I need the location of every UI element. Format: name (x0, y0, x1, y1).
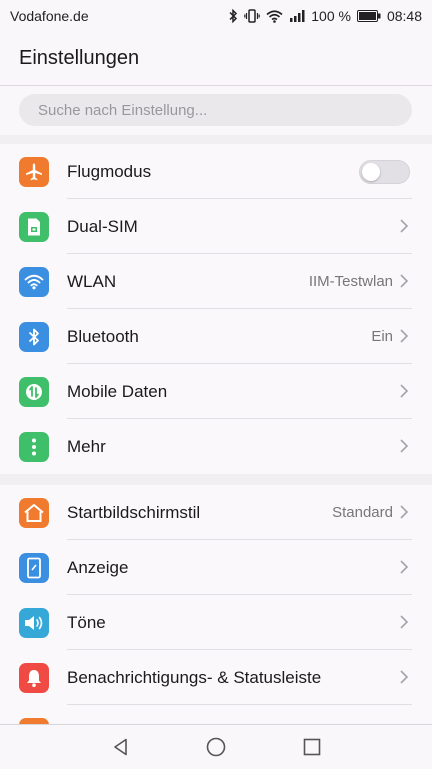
settings-item-label: Anzeige (67, 557, 129, 577)
bluetooth-status-value: Ein (371, 328, 393, 345)
search-placeholder: Suche nach Einstellung... (38, 101, 208, 119)
status-bar: Vodafone.de 100 % 08:48 (0, 0, 432, 32)
settings-item-label: Dual-SIM (67, 216, 138, 236)
status-icons: 100 % 08:48 (228, 8, 422, 24)
home-icon (19, 498, 49, 528)
carrier-name: Vodafone.de (10, 8, 89, 24)
settings-item-partial[interactable] (0, 705, 432, 724)
bluetooth-icon (19, 322, 49, 352)
sim-icon (19, 212, 49, 242)
page-header: Einstellungen (0, 32, 432, 86)
settings-item-dual-sim[interactable]: Dual-SIM (0, 199, 432, 254)
settings-item-bluetooth[interactable]: Bluetooth Ein (0, 309, 432, 364)
bluetooth-status-icon (228, 9, 238, 23)
settings-group-device: Startbildschirmstil Standard Anzeige Tön… (0, 485, 432, 724)
notification-icon (19, 663, 49, 693)
chevron-right-icon (400, 219, 409, 233)
settings-item-toene[interactable]: Töne (0, 595, 432, 650)
settings-group-connectivity: Flugmodus Dual-SIM WLAN IIM-Testwlan Blu… (0, 144, 432, 474)
settings-item-label: Mehr (67, 436, 106, 456)
back-icon[interactable] (110, 736, 132, 758)
settings-item-label: Töne (67, 612, 106, 632)
chevron-right-icon (400, 670, 409, 684)
clock: 08:48 (386, 8, 422, 24)
battery-icon (356, 10, 381, 22)
signal-icon (289, 10, 305, 22)
settings-item-mobile-daten[interactable]: Mobile Daten (0, 364, 432, 419)
chevron-right-icon (400, 615, 409, 629)
mobile-data-icon (19, 377, 49, 407)
wifi-icon (19, 267, 49, 297)
chevron-right-icon (400, 384, 409, 398)
settings-item-label: Startbildschirmstil (67, 502, 201, 522)
settings-item-label: Bluetooth (67, 326, 139, 346)
settings-item-flugmodus[interactable]: Flugmodus (0, 144, 432, 199)
display-icon (19, 553, 49, 583)
settings-item-label: Mobile Daten (67, 381, 168, 401)
airplane-icon (19, 157, 49, 187)
wifi-status-icon (266, 9, 283, 23)
settings-item-benachrichtigungen[interactable]: Benachrichtigungs- & Statusleiste (0, 650, 432, 705)
chevron-right-icon (400, 505, 409, 519)
more-icon (19, 432, 49, 462)
vibrate-icon (244, 9, 261, 23)
settings-item-label: Benachrichtigungs- & Statusleiste (67, 667, 322, 687)
page-title: Einstellungen (19, 47, 140, 69)
settings-item-label: WLAN (67, 271, 117, 291)
flugmodus-toggle[interactable] (359, 160, 410, 184)
home-nav-icon[interactable] (205, 736, 227, 758)
settings-item-startbildschirmstil[interactable]: Startbildschirmstil Standard (0, 485, 432, 540)
wlan-network-value: IIM-Testwlan (308, 273, 393, 290)
search-area: Suche nach Einstellung... (0, 86, 432, 135)
home-style-value: Standard (332, 504, 393, 521)
search-input[interactable]: Suche nach Einstellung... (19, 94, 412, 126)
chevron-right-icon (400, 274, 409, 288)
chevron-right-icon (400, 439, 409, 453)
settings-item-wlan[interactable]: WLAN IIM-Testwlan (0, 254, 432, 309)
settings-item-mehr[interactable]: Mehr (0, 419, 432, 474)
toggle-knob (362, 163, 380, 181)
chevron-right-icon (400, 560, 409, 574)
sound-icon (19, 608, 49, 638)
recents-icon[interactable] (301, 736, 323, 758)
settings-item-label: Flugmodus (67, 161, 152, 181)
settings-item-anzeige[interactable]: Anzeige (0, 540, 432, 595)
navigation-bar (0, 724, 432, 769)
battery-percent: 100 % (311, 8, 351, 24)
chevron-right-icon (400, 329, 409, 343)
